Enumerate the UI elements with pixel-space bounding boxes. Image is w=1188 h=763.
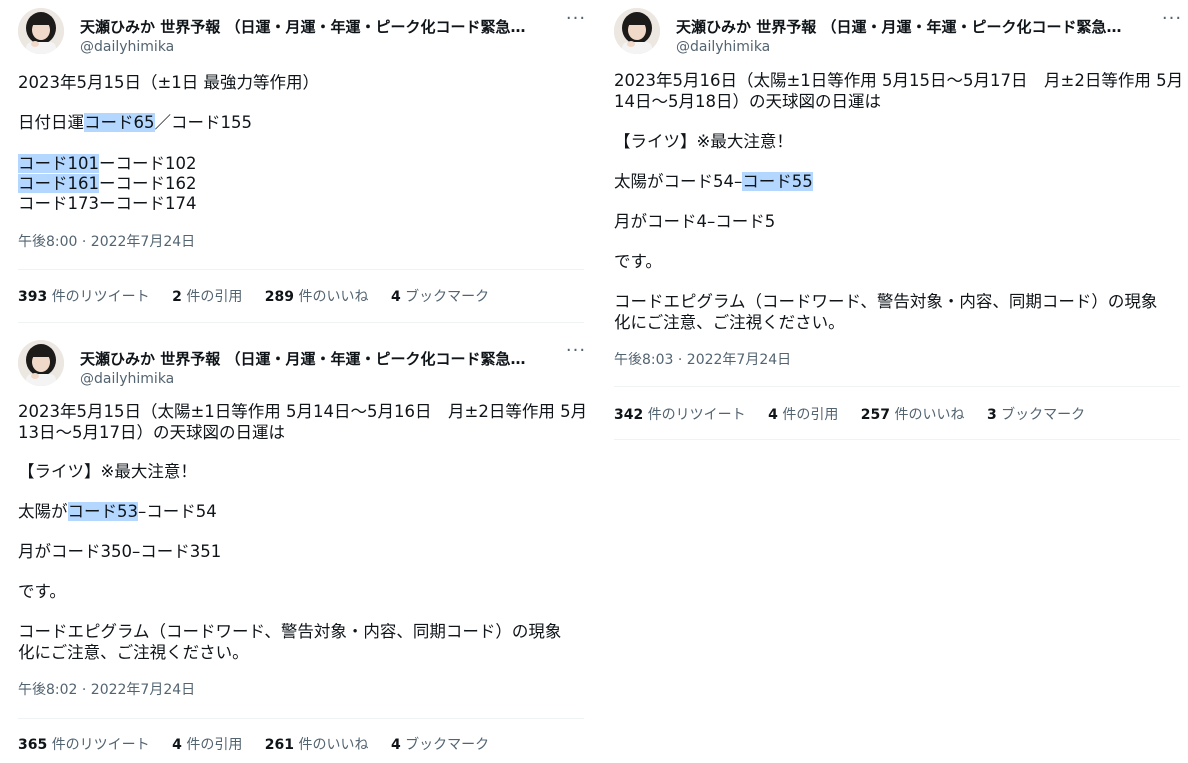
tweet-text-line: コードエピグラム（コードワード、警告対象・内容、同期コード）の現象: [614, 292, 1158, 311]
author-handle[interactable]: @dailyhimika: [80, 38, 174, 56]
divider: [614, 439, 1180, 440]
tweet-timestamp[interactable]: 午後8:02 · 2022年7月24日: [18, 681, 195, 699]
like-count[interactable]: 261 件のいいね: [265, 736, 369, 754]
tweet-stats: 393 件のリツイート 2 件の引用 289 件のいいね 4 ブックマーク: [18, 288, 507, 306]
tweet-2[interactable]: 天瀬ひみか 世界予報 （日運・月運・年運・ピーク化コード緊急警… @dailyh…: [18, 338, 588, 763]
tweet-text-line: 2023年5月15日（±1日 最強力等作用）: [18, 73, 320, 92]
divider: [614, 386, 1180, 387]
tweet-text-line: 【ライツ】※最大注意！: [614, 132, 793, 151]
author-handle[interactable]: @dailyhimika: [676, 38, 770, 56]
tweet-text-line: 化にご注意、ご注視ください。: [18, 643, 249, 662]
tweet-text-line: コード161ーコード162: [18, 174, 197, 193]
author-name[interactable]: 天瀬ひみか 世界予報 （日運・月運・年運・ピーク化コード緊急警…: [80, 349, 540, 369]
tweet-text-line: 【ライツ】※最大注意！: [18, 462, 197, 481]
tweet-text-line: 14日〜5月18日）の天球図の日運は: [614, 92, 881, 111]
tweet-header: 天瀬ひみか 世界予報 （日運・月運・年運・ピーク化コード緊急警… @dailyh…: [18, 6, 585, 56]
tweet-text-line: 太陽がコード53–コード54: [18, 502, 217, 521]
divider: [18, 718, 584, 719]
tweet-text-line: 日付日運コード65／コード155: [18, 113, 252, 132]
tweet-header: 天瀬ひみか 世界予報 （日運・月運・年運・ピーク化コード緊急警… @dailyh…: [18, 338, 585, 388]
highlighted-code: コード101: [18, 154, 99, 173]
author-name[interactable]: 天瀬ひみか 世界予報 （日運・月運・年運・ピーク化コード緊急警…: [80, 17, 540, 37]
retweet-count[interactable]: 393 件のリツイート: [18, 288, 150, 306]
bookmark-count[interactable]: 3 ブックマーク: [987, 406, 1085, 424]
bookmark-count[interactable]: 4 ブックマーク: [391, 736, 489, 754]
avatar[interactable]: [614, 8, 660, 54]
bookmark-count[interactable]: 4 ブックマーク: [391, 288, 489, 306]
like-count[interactable]: 257 件のいいね: [861, 406, 965, 424]
avatar[interactable]: [18, 8, 64, 54]
retweet-count[interactable]: 365 件のリツイート: [18, 736, 150, 754]
like-count[interactable]: 289 件のいいね: [265, 288, 369, 306]
highlighted-code: コード65: [84, 113, 155, 132]
tweet-text-line: 2023年5月16日（太陽±1日等作用 5月15日〜5月17日 月±2日等作用 …: [614, 71, 1184, 90]
tweet-text-line: コード173ーコード174: [18, 194, 197, 213]
tweet-3[interactable]: 天瀬ひみか 世界予報 （日運・月運・年運・ピーク化コード緊急警… @dailyh…: [614, 6, 1184, 446]
divider: [18, 322, 584, 323]
tweet-text-line: 13日〜5月17日）の天球図の日運は: [18, 423, 285, 442]
more-icon[interactable]: ···: [564, 10, 588, 34]
quote-count[interactable]: 2 件の引用: [172, 288, 242, 306]
tweet-header: 天瀬ひみか 世界予報 （日運・月運・年運・ピーク化コード緊急警… @dailyh…: [614, 6, 1181, 56]
tweet-timestamp[interactable]: 午後8:00 · 2022年7月24日: [18, 233, 195, 251]
tweet-stats: 342 件のリツイート 4 件の引用 257 件のいいね 3 ブックマーク: [614, 406, 1103, 424]
more-icon[interactable]: ···: [1160, 10, 1184, 34]
quote-count[interactable]: 4 件の引用: [172, 736, 242, 754]
highlighted-code: コード161: [18, 174, 99, 193]
avatar-photo-icon: [18, 8, 64, 54]
tweet-timestamp[interactable]: 午後8:03 · 2022年7月24日: [614, 351, 791, 369]
tweet-text-line: 2023年5月15日（太陽±1日等作用 5月14日〜5月16日 月±2日等作用 …: [18, 402, 588, 421]
retweet-count[interactable]: 342 件のリツイート: [614, 406, 746, 424]
avatar[interactable]: [18, 340, 64, 386]
author-handle[interactable]: @dailyhimika: [80, 370, 174, 388]
highlighted-code: コード53: [67, 502, 138, 521]
highlighted-code: コード55: [742, 172, 813, 191]
tweet-1[interactable]: 天瀬ひみか 世界予報 （日運・月運・年運・ピーク化コード緊急警… @dailyh…: [18, 6, 585, 323]
tweet-text-line: 月がコード350–コード351: [18, 542, 222, 561]
tweet-stats: 365 件のリツイート 4 件の引用 261 件のいいね 4 ブックマーク: [18, 736, 507, 754]
quote-count[interactable]: 4 件の引用: [768, 406, 838, 424]
author-name[interactable]: 天瀬ひみか 世界予報 （日運・月運・年運・ピーク化コード緊急警…: [676, 17, 1136, 37]
tweet-text-line: 月がコード4–コード5: [614, 212, 776, 231]
tweet-text-line: です。: [614, 252, 662, 271]
divider: [18, 269, 584, 270]
more-icon[interactable]: ···: [564, 342, 588, 366]
tweet-text-line: 太陽がコード54–コード55: [614, 172, 813, 191]
tweet-text-line: コード101ーコード102: [18, 154, 197, 173]
avatar-photo-icon: [18, 340, 64, 386]
avatar-photo-icon: [614, 8, 660, 54]
tweet-text-line: です。: [18, 582, 66, 601]
tweet-text-line: 化にご注意、ご注視ください。: [614, 313, 845, 332]
tweet-text-line: コードエピグラム（コードワード、警告対象・内容、同期コード）の現象: [18, 622, 562, 641]
